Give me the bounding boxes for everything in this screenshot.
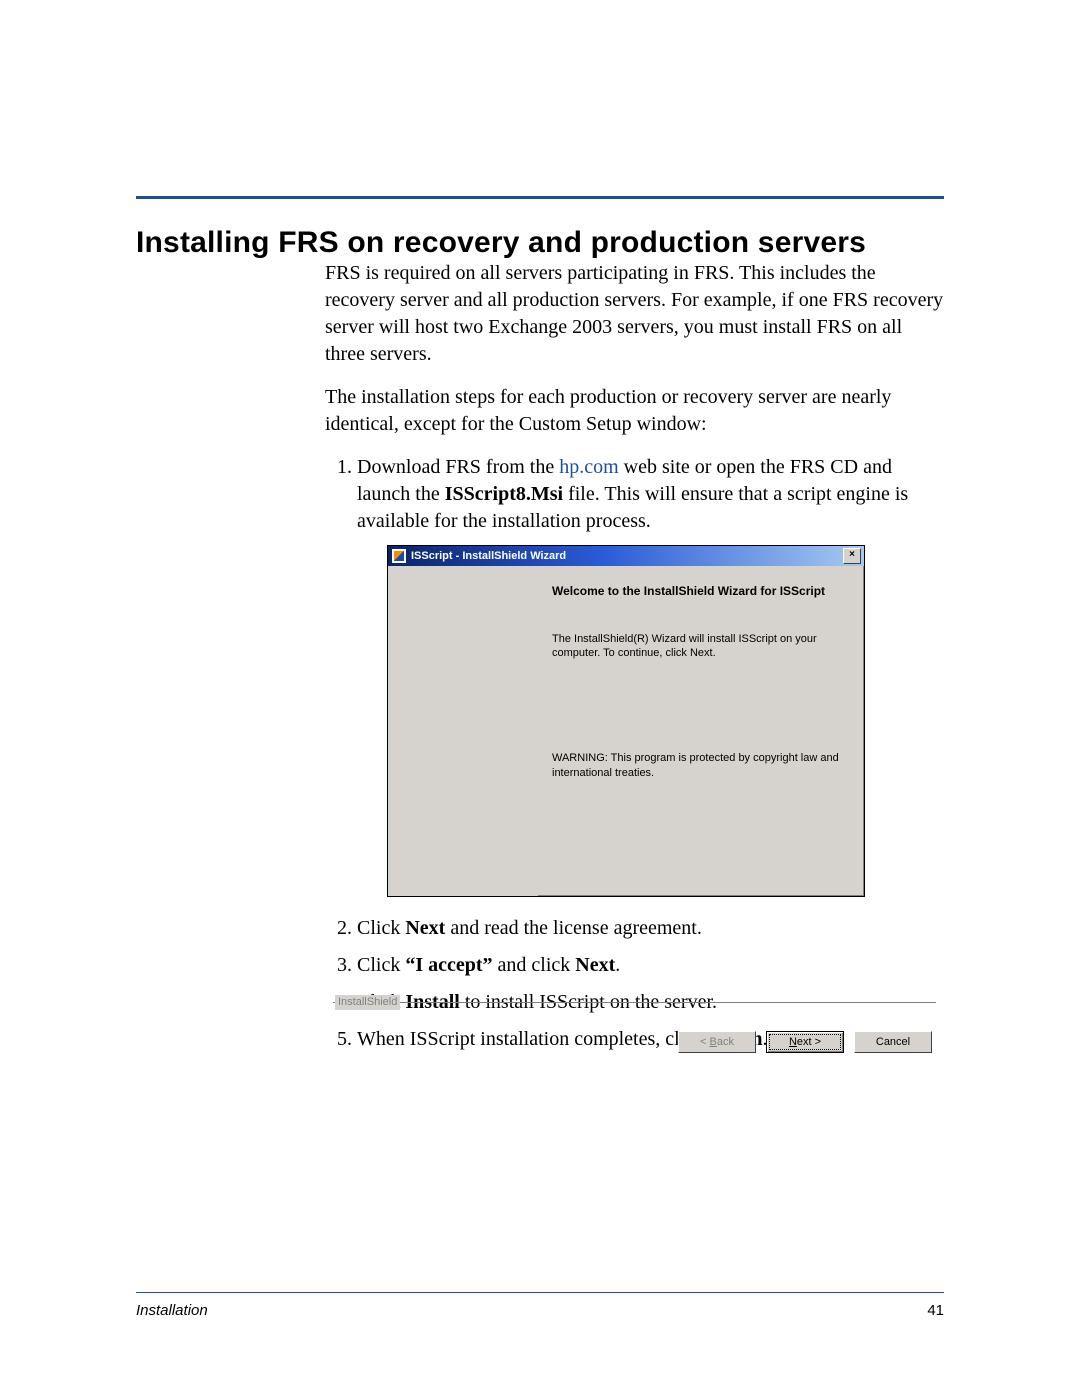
step-3-c: .: [615, 954, 620, 976]
dialog-warning: WARNING: This program is protected by co…: [552, 751, 846, 781]
dialog-sidebar-graphic: [388, 566, 538, 896]
back-pre: <: [700, 1036, 709, 1048]
next-mnemonic: N: [789, 1036, 797, 1048]
dialog-body: Welcome to the InstallShield Wizard for …: [388, 566, 864, 896]
step-5-a: When ISScript installation completes, cl…: [357, 1028, 709, 1050]
intro-paragraph-1: FRS is required on all servers participa…: [325, 260, 944, 368]
next-button[interactable]: Next >: [766, 1031, 844, 1053]
step-2-a: Click: [357, 917, 405, 939]
step-3-bold2: Next: [575, 954, 615, 976]
next-post: ext >: [797, 1036, 821, 1048]
step-2-b: and read the license agreement.: [445, 917, 702, 939]
section-heading: Installing FRS on recovery and productio…: [136, 226, 944, 260]
footer-page-number: 41: [927, 1302, 944, 1319]
installer-icon: [392, 549, 406, 563]
step-2: Click Next and read the license agreemen…: [357, 915, 944, 942]
dialog-titlebar: ISScript - InstallShield Wizard ×: [388, 546, 864, 566]
step-2-bold: Next: [405, 917, 445, 939]
step-3-b: and click: [493, 954, 576, 976]
top-rule: [136, 196, 944, 199]
document-page: Installing FRS on recovery and productio…: [0, 0, 1080, 1397]
step-3-a: Click: [357, 954, 405, 976]
dialog-button-row: < Back Next > Cancel: [678, 1031, 932, 1053]
cancel-button[interactable]: Cancel: [854, 1031, 932, 1053]
page-footer: Installation 41: [136, 1302, 944, 1319]
bottom-rule: [136, 1292, 944, 1293]
dialog-group-separator: InstallShield: [333, 1002, 936, 1015]
dialog-description: The InstallShield(R) Wizard will install…: [552, 632, 846, 662]
intro-paragraph-2: The installation steps for each producti…: [325, 384, 944, 438]
installshield-brand-label: InstallShield: [335, 995, 400, 1010]
installshield-screenshot: ISScript - InstallShield Wizard × Welcom…: [387, 545, 865, 897]
dialog-content: Welcome to the InstallShield Wizard for …: [538, 566, 864, 896]
dialog-window: ISScript - InstallShield Wizard × Welcom…: [387, 545, 865, 897]
step-1-text-a: Download FRS from the: [357, 456, 559, 478]
back-button: < Back: [678, 1031, 756, 1053]
step-1: Download FRS from the hp.com web site or…: [357, 454, 944, 897]
dialog-title: ISScript - InstallShield Wizard: [411, 549, 843, 564]
step-3-bold1: “I accept”: [405, 954, 492, 976]
hp-link[interactable]: hp.com: [559, 456, 618, 478]
close-icon[interactable]: ×: [843, 548, 861, 564]
back-post: ack: [717, 1036, 734, 1048]
footer-section-name: Installation: [136, 1302, 208, 1319]
step-3: Click “I accept” and click Next.: [357, 952, 944, 979]
step-1-filename: ISScript8.Msi: [445, 483, 563, 505]
dialog-welcome-heading: Welcome to the InstallShield Wizard for …: [552, 584, 846, 600]
body-content: FRS is required on all servers participa…: [325, 260, 944, 1063]
install-steps-list: Download FRS from the hp.com web site or…: [325, 454, 944, 1053]
back-mnemonic: B: [710, 1036, 717, 1048]
